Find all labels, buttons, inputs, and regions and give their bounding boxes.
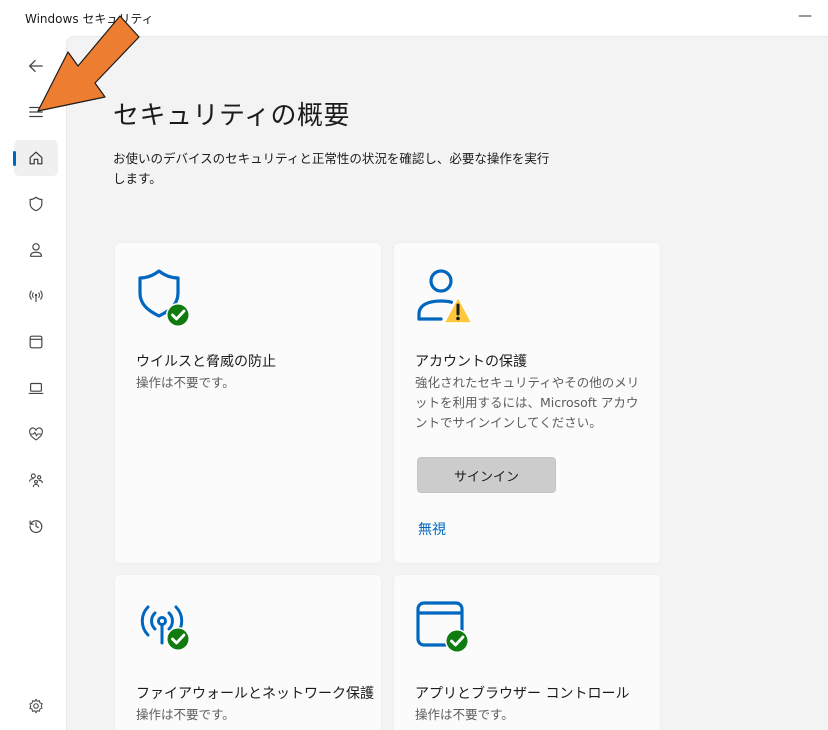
nav-virus-protection[interactable] [14,186,58,222]
heart-pulse-icon [29,427,43,441]
settings-gear-icon [29,698,43,714]
nav-app-browser-control[interactable] [14,324,58,360]
nav-firewall[interactable] [14,278,58,314]
wireless-antenna-icon [29,290,43,302]
minimize-button[interactable]: — [798,8,812,24]
shield-check-icon [138,269,190,327]
nav-home[interactable] [13,140,58,176]
nav-family-options[interactable] [14,462,58,498]
card-app-browser-control[interactable]: アプリとブラウザー コントロール 操作は不要です。 [393,574,661,730]
card-status: 操作は不要です。 [136,375,235,390]
account-warning-icon [417,269,473,324]
nav-settings[interactable] [14,688,58,724]
history-icon [29,520,43,534]
card-status: 操作は不要です。 [136,707,235,722]
nav-device-security[interactable] [14,370,58,406]
nav-protection-history[interactable] [14,508,58,544]
family-icon [29,473,43,488]
browser-check-icon [416,601,469,653]
window-title: Windows セキュリティ [25,12,154,26]
card-account-protection[interactable]: アカウントの保護 強化されたセキュリティやその他のメリットを利用するには、Mic… [393,242,661,564]
shield-icon [29,196,43,212]
main-content: セキュリティの概要 お使いのデバイスのセキュリティと正常性の状況を確認し、必要な… [66,36,828,730]
back-arrow-icon [29,59,43,73]
card-status: 強化されたセキュリティやその他のメリットを利用するには、Microsoft アカ… [415,375,640,430]
card-virus-threat-protection[interactable]: ウイルスと脅威の防止 操作は不要です。 [114,242,382,564]
navigation-sidebar [0,36,66,730]
card-firewall-network-protection[interactable]: ファイアウォールとネットワーク保護 操作は不要です。 [114,574,382,730]
page-title: セキュリティの概要 [113,101,350,131]
title-bar: Windows セキュリティ — [0,0,828,36]
card-title: アプリとブラウザー コントロール [415,686,630,702]
card-title: アカウントの保護 [415,354,527,370]
app-window-icon [29,335,43,349]
nav-account-protection[interactable] [14,232,58,268]
sign-in-button[interactable]: サインイン [417,457,556,493]
hamburger-menu-icon [29,106,43,118]
antenna-check-icon [140,605,190,651]
card-status: 操作は不要です。 [415,707,514,722]
nav-device-health[interactable] [14,416,58,452]
laptop-icon [28,382,44,394]
dismiss-link[interactable]: 無視 [418,519,446,539]
menu-toggle-button[interactable] [14,94,58,130]
page-description: お使いのデバイスのセキュリティと正常性の状況を確認し、必要な操作を実行します。 [113,151,550,186]
back-button[interactable] [14,48,58,84]
card-title: ウイルスと脅威の防止 [136,354,276,370]
account-person-icon [30,243,42,257]
home-icon [29,151,43,165]
card-title: ファイアウォールとネットワーク保護 [136,686,374,702]
